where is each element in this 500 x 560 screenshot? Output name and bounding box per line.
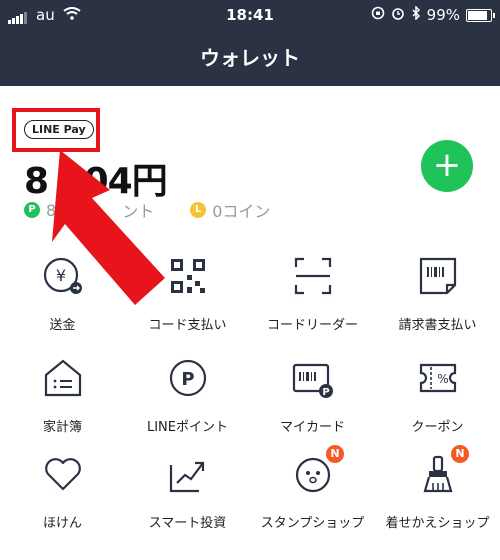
new-badge: N <box>326 445 344 463</box>
grid-item-label: コードリーダー <box>266 318 358 333</box>
points-icon: P <box>169 359 207 397</box>
qr-code-icon <box>171 259 205 293</box>
page-title: ウォレット <box>200 46 300 70</box>
grid-item-label: ほけん <box>42 516 82 531</box>
grid-item-label: 請求書支払い <box>398 318 477 333</box>
grid-item-label: 家計簿 <box>42 420 82 435</box>
svg-text:%: % <box>437 372 448 386</box>
grid-item-label: LINEポイント <box>146 420 228 435</box>
svg-text:¥: ¥ <box>56 266 66 285</box>
grid-item-label: マイカード <box>279 420 345 435</box>
scanner-icon <box>294 257 332 295</box>
annotation-highlight-box <box>12 108 100 152</box>
battery-icon <box>466 8 495 22</box>
svg-text:P: P <box>181 369 194 390</box>
alarm-icon <box>391 6 405 24</box>
invoice-icon <box>419 257 457 295</box>
bluetooth-icon <box>411 5 421 24</box>
status-bar: au 18:41 99% <box>0 0 500 30</box>
grid-item-label: 送金 <box>49 318 76 333</box>
new-badge: N <box>451 445 469 463</box>
household-icon <box>44 359 82 397</box>
coin-value: 0コイン <box>212 202 271 221</box>
svg-text:P: P <box>322 387 329 398</box>
battery-text: 99% <box>426 6 460 24</box>
card-icon: P <box>292 363 333 398</box>
grid-item-label: コード支払い <box>148 318 227 333</box>
add-button[interactable]: + <box>421 140 473 192</box>
rotation-lock-icon <box>371 6 385 24</box>
send-money-icon: ¥ <box>43 257 82 294</box>
coupon-icon: % <box>419 363 457 393</box>
grid-item-label: スタンプショップ <box>260 516 365 531</box>
coin-icon: L <box>190 202 207 218</box>
heart-icon <box>45 458 81 491</box>
header-bar: au 18:41 99% ウォレット <box>0 0 500 86</box>
chart-icon <box>169 461 205 493</box>
grid-item-label: 着せかえショップ <box>385 516 490 531</box>
grid-item-label: スマート投資 <box>148 516 227 531</box>
grid-item-label: クーポン <box>411 420 464 435</box>
